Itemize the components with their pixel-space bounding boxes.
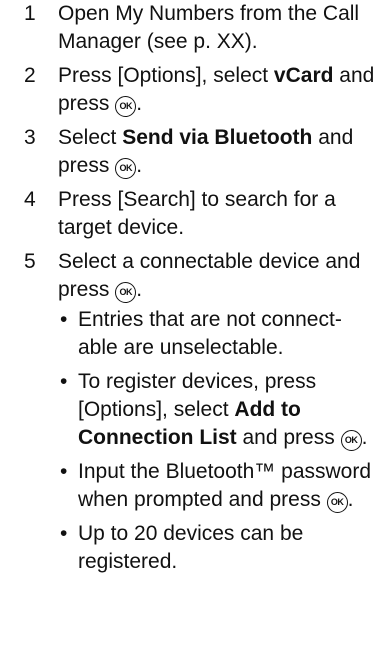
note-item: • To register devices, press [Options], … <box>58 368 379 452</box>
bullet-icon: • <box>60 522 68 545</box>
note-period: . <box>361 426 368 449</box>
step-text: Press [Search] to search for a target de… <box>58 188 336 239</box>
ok-key-icon: OK <box>326 492 348 513</box>
step-2: 2 Press [Options], select vCard and pres… <box>0 62 387 118</box>
note-item: • Up to 20 devices can be registered. <box>58 520 379 576</box>
ok-key-icon: OK <box>115 96 137 117</box>
step-period: . <box>136 154 143 177</box>
step-text: Press [Options], select <box>58 64 274 87</box>
step-period: . <box>136 92 143 115</box>
step-text: Select a connectable device and press <box>58 250 361 301</box>
step-number: 5 <box>24 250 36 273</box>
note-text: Entries that are not connect-able are un… <box>78 308 342 359</box>
bullet-icon: • <box>60 308 68 331</box>
step-3: 3 Select Send via Bluetooth and press OK… <box>0 124 387 180</box>
note-text: and press <box>236 426 341 449</box>
step-number: 4 <box>24 188 36 211</box>
note-text: Up to 20 devices can be registered. <box>78 522 304 573</box>
note-item: • Input the Bluetooth™ password when pro… <box>58 458 379 514</box>
bullet-icon: • <box>60 370 68 393</box>
ok-key-icon: OK <box>115 158 137 179</box>
note-period: . <box>347 488 354 511</box>
ok-key-icon: OK <box>340 430 362 451</box>
step-period: . <box>136 278 143 301</box>
step-number: 1 <box>24 2 36 25</box>
ok-key-icon: OK <box>115 282 137 303</box>
step-number: 2 <box>24 64 36 87</box>
steps-list: 1 Open My Numbers from the Call Manager … <box>0 0 387 582</box>
step-bold-term: Send via Bluetooth <box>122 126 313 149</box>
manual-page: 1 Open My Numbers from the Call Manager … <box>0 0 387 647</box>
notes-list: • Entries that are not connect-able are … <box>58 306 379 576</box>
bullet-icon: • <box>60 460 68 483</box>
step-text: Select <box>58 126 123 149</box>
note-item: • Entries that are not connect-able are … <box>58 306 379 362</box>
step-text: Open My Numbers from the Call Manager (s… <box>58 2 360 53</box>
step-1: 1 Open My Numbers from the Call Manager … <box>0 0 387 56</box>
step-4: 4 Press [Search] to search for a target … <box>0 186 387 242</box>
step-number: 3 <box>24 126 36 149</box>
step-5: 5 Select a connectable device and press … <box>0 248 387 576</box>
step-bold-term: vCard <box>273 64 334 87</box>
